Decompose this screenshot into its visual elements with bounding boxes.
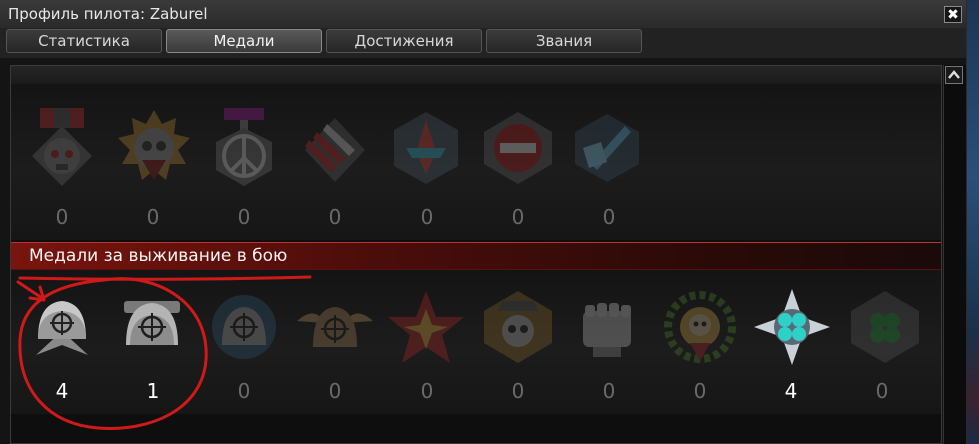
no-entry-medal-icon[interactable] <box>478 108 558 188</box>
fist-medal-icon[interactable] <box>567 287 647 367</box>
skull-banner-medal-icon[interactable] <box>22 108 102 188</box>
survival-medals-header: Медали за выживание в бою <box>11 242 941 270</box>
medal-count: 0 <box>511 379 525 403</box>
red-star-medal-icon[interactable] <box>386 287 466 367</box>
target-helmet-3-medal-icon[interactable] <box>204 287 284 367</box>
tab-bar: Статистика Медали Достижения Звания <box>0 28 966 58</box>
medal-count: 0 <box>328 205 342 229</box>
title-bar[interactable]: Профиль пилота: Zaburel ✖ <box>0 0 966 29</box>
skull-cap-medal-icon[interactable] <box>478 287 558 367</box>
medal-count: 0 <box>146 205 160 229</box>
medal-count: 0 <box>55 205 69 229</box>
ship-medal-icon[interactable] <box>386 108 466 188</box>
medal-count: 0 <box>420 379 434 403</box>
target-helmet-medal-icon[interactable] <box>22 287 102 367</box>
medal-count: 0 <box>328 379 342 403</box>
golden-skull-medal-icon[interactable] <box>114 108 194 188</box>
scrollbar[interactable] <box>943 65 966 444</box>
medal-count: 4 <box>784 379 798 403</box>
background-scene <box>965 0 979 444</box>
cyan-clover-medal-icon[interactable] <box>752 287 832 367</box>
target-helmet-2-medal-icon[interactable] <box>112 287 192 367</box>
medal-count: 4 <box>55 379 69 403</box>
missile-medal-icon[interactable] <box>295 108 375 188</box>
close-button[interactable]: ✖ <box>944 6 962 23</box>
peace-sign-medal-icon[interactable] <box>204 108 284 188</box>
medal-count: 0 <box>602 205 616 229</box>
medal-count: 0 <box>602 379 616 403</box>
medal-count: 1 <box>146 379 160 403</box>
green-clover-medal-icon[interactable] <box>845 287 925 367</box>
scroll-up-button[interactable] <box>945 66 963 84</box>
medal-count: 0 <box>511 205 525 229</box>
window-title: Профиль пилота: Zaburel <box>8 5 208 23</box>
section-title: Медали за выживание в бою <box>29 246 288 266</box>
medal-count: 0 <box>237 205 251 229</box>
tab-achievements[interactable]: Достижения <box>326 29 482 53</box>
medal-count: 0 <box>237 379 251 403</box>
tab-medals[interactable]: Медали <box>166 29 322 53</box>
winged-target-medal-icon[interactable] <box>295 287 375 367</box>
panel-top-rule <box>11 66 941 84</box>
blue-blade-medal-icon[interactable] <box>567 108 647 188</box>
chevron-up-icon <box>948 70 960 79</box>
tab-ranks[interactable]: Звания <box>486 29 642 53</box>
close-icon: ✖ <box>947 7 959 23</box>
medal-count: 0 <box>875 379 889 403</box>
medal-count: 0 <box>420 205 434 229</box>
laurel-skull-medal-icon[interactable] <box>660 287 740 367</box>
medal-count: 0 <box>693 379 707 403</box>
tab-statistics[interactable]: Статистика <box>6 29 162 53</box>
